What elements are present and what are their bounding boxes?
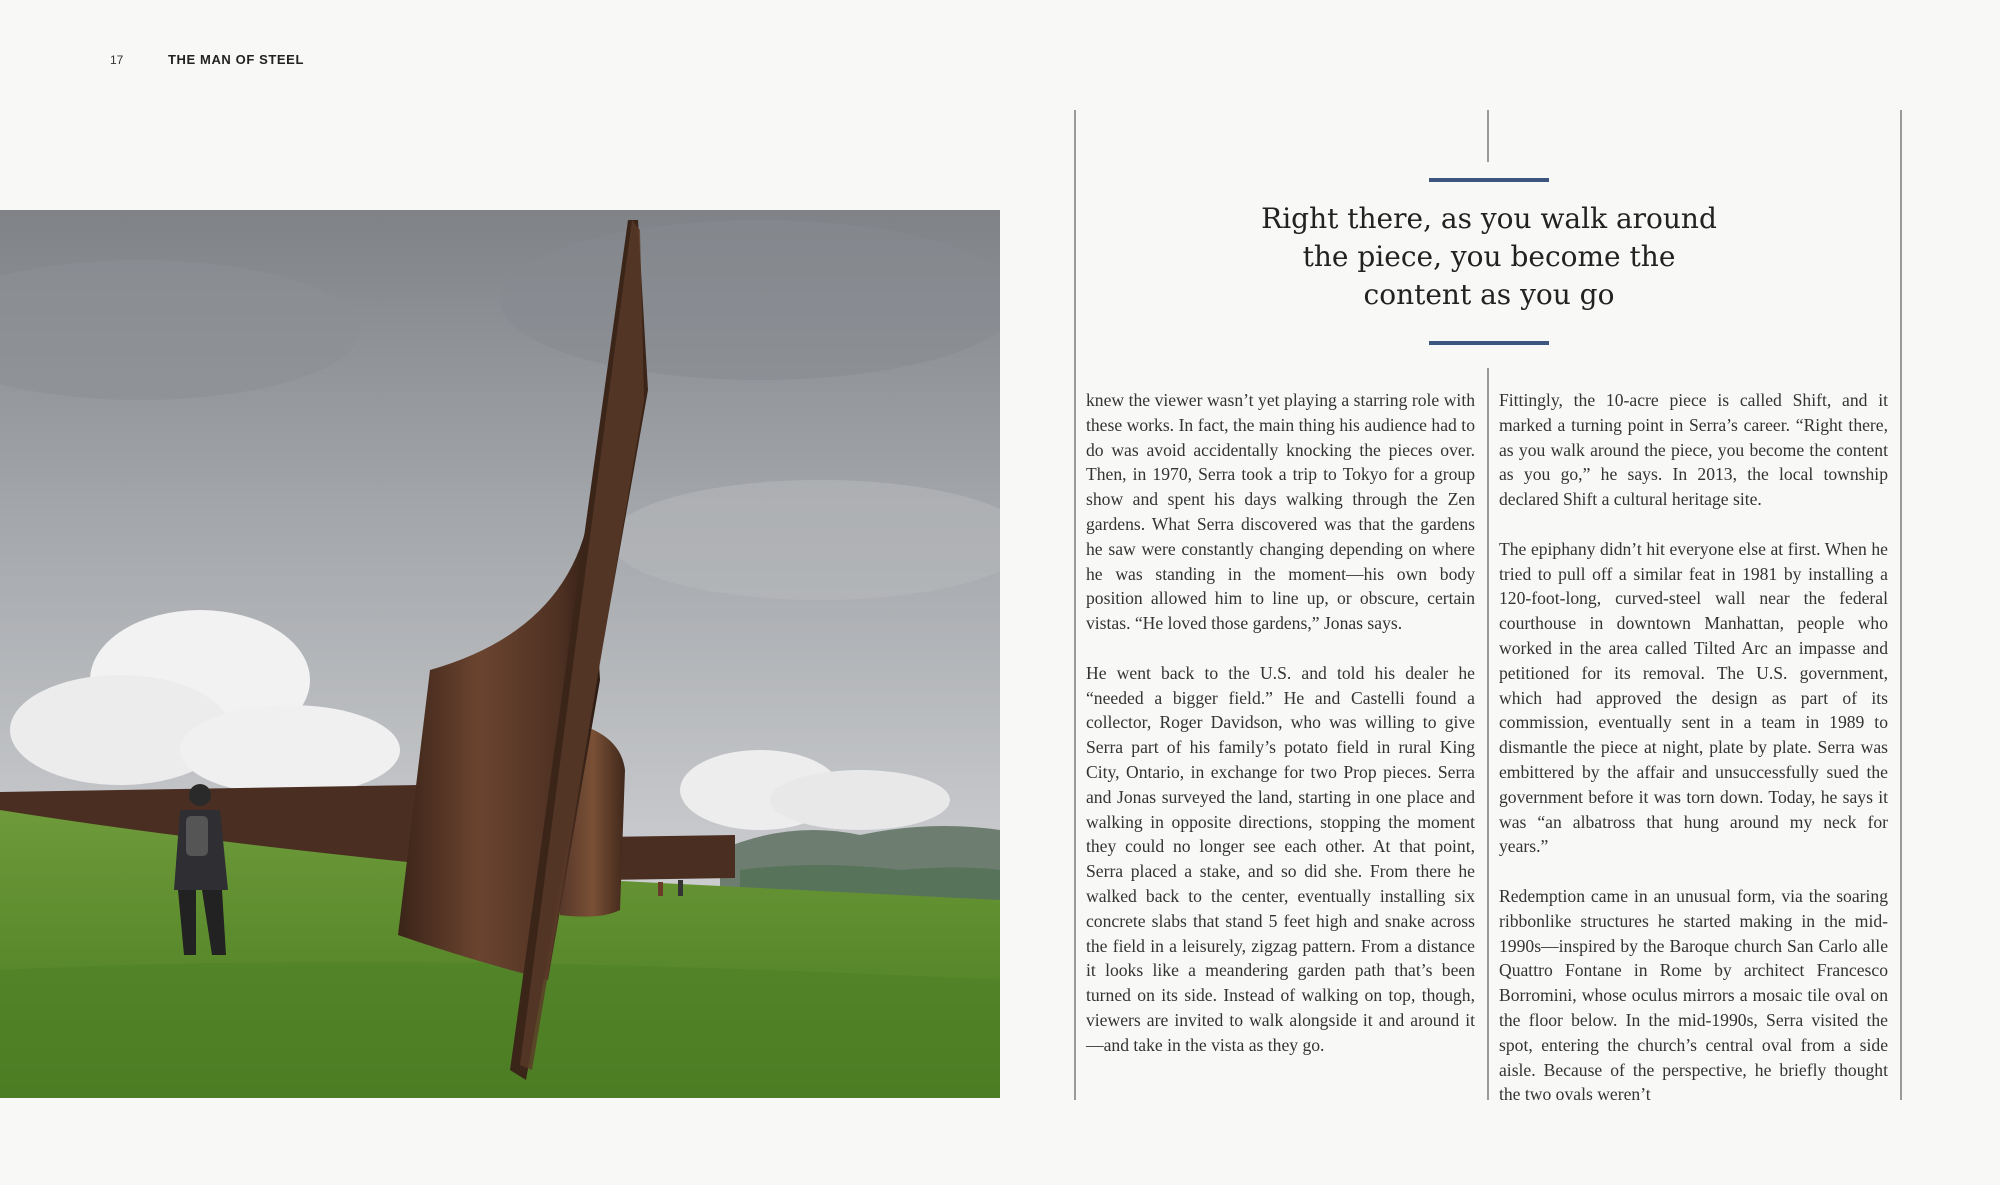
page-number: 17 [110,53,124,67]
body-column-left: knew the viewer wasn’t yet playing a sta… [1086,388,1475,1082]
pull-quote-rule-bottom [1429,341,1549,345]
body-paragraph: The epiphany didn’t hit everyone else at… [1499,538,1888,857]
body-paragraph: He went back to the U.S. and told his de… [1086,662,1475,1055]
body-column-right: Fittingly, the 10-acre piece is called S… [1499,388,1888,1132]
running-head: 17 THE MAN OF STEEL [110,52,304,67]
sculpture-photo [0,210,1000,1098]
body-paragraph: Redemption came in an unusual form, via … [1499,885,1888,1105]
body-paragraph: Fittingly, the 10-acre piece is called S… [1499,390,1888,510]
column-rule-right [1900,110,1902,1100]
pull-quote-rule-top [1429,178,1549,182]
sculpture-photo-illustration [0,210,1000,1098]
section-title: THE MAN OF STEEL [168,52,304,67]
column-rule-left [1074,110,1076,1100]
body-paragraph: knew the viewer wasn’t yet playing a sta… [1086,390,1475,634]
column-rule-center [1487,368,1489,1100]
column-rule-top-center [1487,110,1489,162]
pull-quote: Right there, as you walk around the piec… [1261,202,1717,311]
